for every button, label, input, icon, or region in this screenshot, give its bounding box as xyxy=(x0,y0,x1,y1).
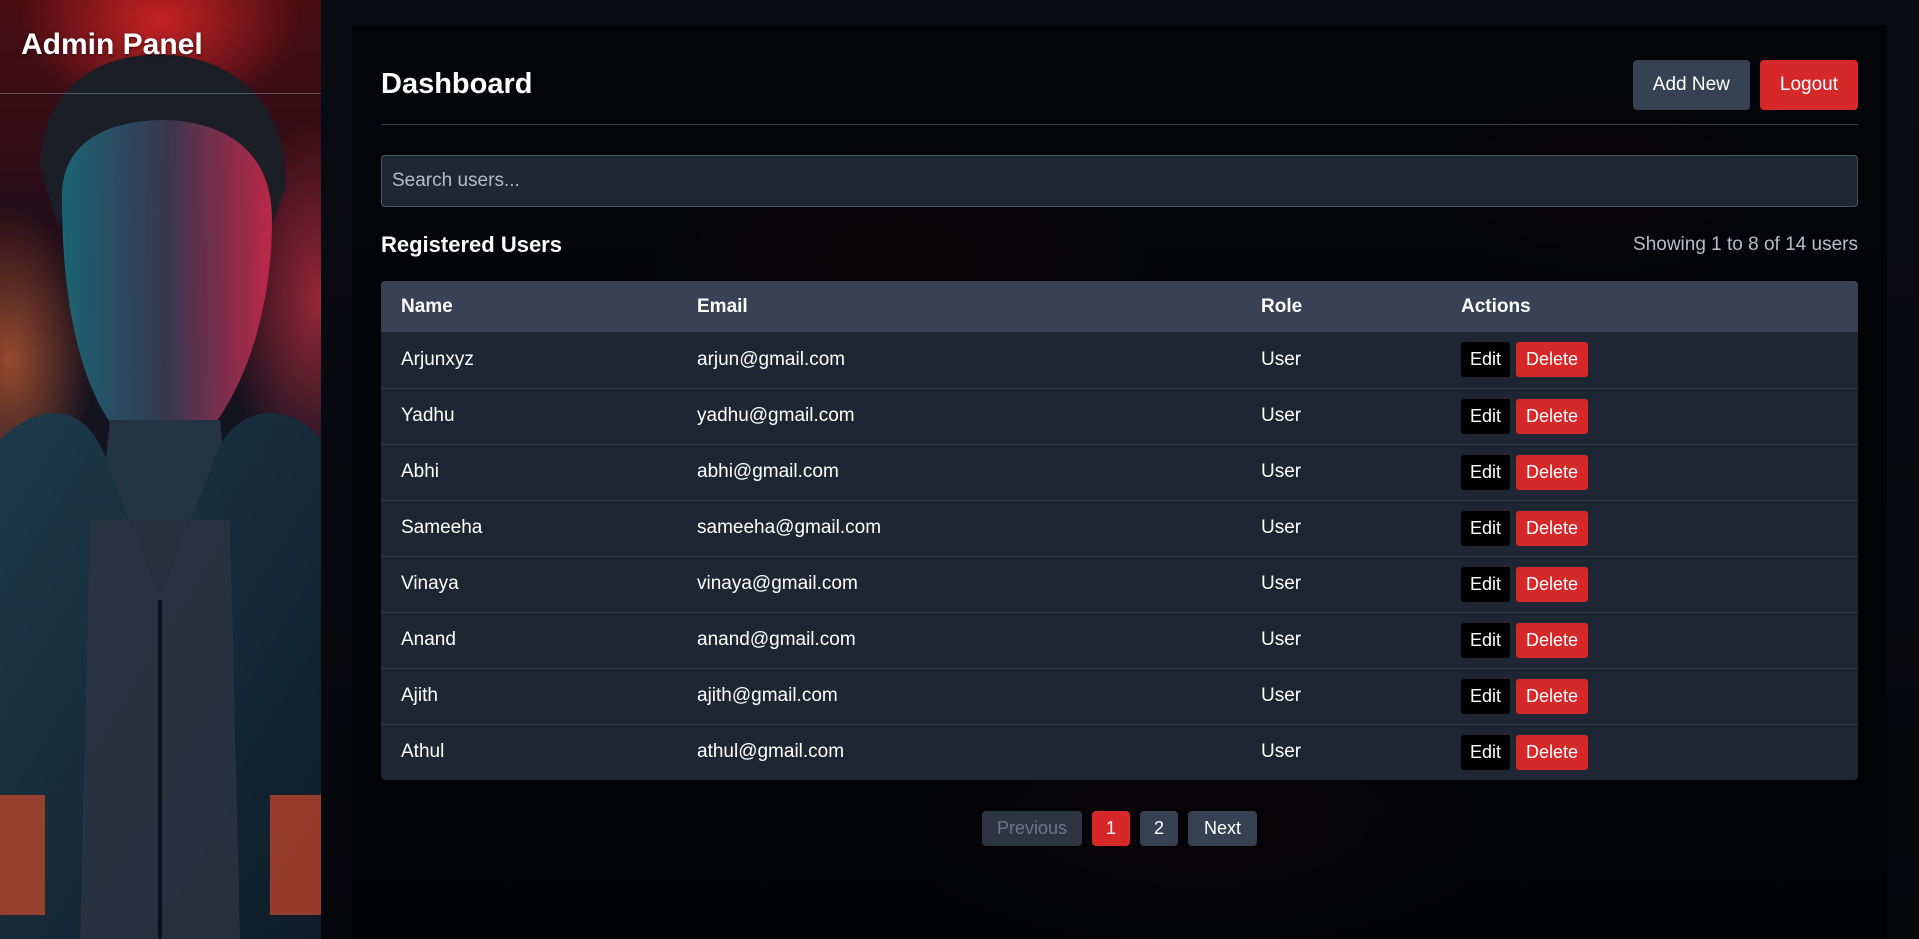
edit-button[interactable]: Edit xyxy=(1461,342,1511,378)
delete-button[interactable]: Delete xyxy=(1516,734,1589,770)
edit-button[interactable]: Edit xyxy=(1461,566,1511,602)
cell-actions: Edit Delete xyxy=(1441,668,1858,724)
cell-actions: Edit Delete xyxy=(1441,612,1858,668)
cell-role: User xyxy=(1261,685,1302,706)
sidebar-title: Admin Panel xyxy=(21,28,203,61)
column-header-actions: Actions xyxy=(1461,295,1531,317)
edit-button[interactable]: Edit xyxy=(1461,678,1511,714)
cell-role: User xyxy=(1261,741,1302,763)
cell-email: arjun@gmail.com xyxy=(697,348,846,370)
cell-actions: Edit Delete xyxy=(1441,724,1858,780)
search-container xyxy=(381,155,1858,207)
edit-button[interactable]: Edit xyxy=(1461,510,1511,546)
cell-role: User xyxy=(1261,348,1302,370)
table-row: Ajith ajith@gmail.com User Edit Delete xyxy=(381,668,1858,724)
table-header-row: Name Email Role Actions xyxy=(381,281,1858,332)
table-row: Sameeha sameeha@gmail.com User Edit Delet… xyxy=(381,500,1858,556)
column-header-role: Role xyxy=(1261,295,1303,317)
cell-role: User xyxy=(1261,517,1302,538)
next-page-button[interactable]: Next xyxy=(1188,811,1258,846)
cell-name: Abhi xyxy=(401,461,440,482)
page-button-2[interactable]: 2 xyxy=(1140,811,1179,846)
sidebar-portrait-image xyxy=(0,54,321,939)
table-row: Vinaya vinaya@gmail.com User Edit Delete xyxy=(381,556,1858,612)
column-header-email: Email xyxy=(697,295,748,317)
cell-name: Ajith xyxy=(401,685,438,706)
users-section-header: Registered Users Showing 1 to 8 of 14 us… xyxy=(381,227,1858,263)
page-title: Dashboard xyxy=(381,68,533,100)
users-table: Name Email Role Actions Arjunxyz arjun@g… xyxy=(381,281,1858,780)
cell-name: Vinaya xyxy=(401,573,459,594)
edit-button[interactable]: Edit xyxy=(1461,734,1511,770)
cell-name: Yadhu xyxy=(401,405,455,426)
cell-name: Sameeha xyxy=(401,517,483,538)
add-new-button[interactable]: Add New xyxy=(1632,59,1750,110)
cell-email: yadhu@gmail.com xyxy=(697,405,855,426)
cell-actions: Edit Delete xyxy=(1441,332,1858,388)
cell-email: abhi@gmail.com xyxy=(697,461,839,482)
results-count: Showing 1 to 8 of 14 users xyxy=(1633,234,1858,255)
delete-button[interactable]: Delete xyxy=(1516,454,1589,490)
cell-actions: Edit Delete xyxy=(1441,388,1858,444)
logout-button[interactable]: Logout xyxy=(1759,59,1858,110)
previous-page-button[interactable]: Previous xyxy=(981,811,1082,846)
edit-button[interactable]: Edit xyxy=(1461,622,1511,658)
delete-button[interactable]: Delete xyxy=(1516,342,1589,378)
sidebar: Admin Panel xyxy=(0,0,321,939)
cell-name: Arjunxyz xyxy=(401,348,474,370)
page-header: Dashboard Add New Logout xyxy=(381,55,1858,125)
page-button-1[interactable]: 1 xyxy=(1091,811,1130,846)
sidebar-header: Admin Panel xyxy=(0,0,321,94)
main-content: Dashboard Add New Logout Registered User… xyxy=(352,25,1887,939)
edit-button[interactable]: Edit xyxy=(1461,454,1511,490)
search-input[interactable] xyxy=(381,155,1858,207)
cell-actions: Edit Delete xyxy=(1441,500,1858,556)
cell-name: Athul xyxy=(401,741,445,763)
cell-role: User xyxy=(1261,629,1302,650)
cell-role: User xyxy=(1261,461,1302,482)
pagination: Previous 1 2 Next xyxy=(381,811,1858,846)
delete-button[interactable]: Delete xyxy=(1516,622,1589,658)
cell-email: vinaya@gmail.com xyxy=(697,573,858,594)
header-actions: Add New Logout xyxy=(1632,59,1858,110)
cell-role: User xyxy=(1261,573,1302,594)
delete-button[interactable]: Delete xyxy=(1516,566,1589,602)
table-row: Yadhu yadhu@gmail.com User Edit Delete xyxy=(381,388,1858,444)
edit-button[interactable]: Edit xyxy=(1461,398,1511,434)
delete-button[interactable]: Delete xyxy=(1516,510,1589,546)
cell-actions: Edit Delete xyxy=(1441,556,1858,612)
table-row: Abhi abhi@gmail.com User Edit Delete xyxy=(381,444,1858,500)
delete-button[interactable]: Delete xyxy=(1516,398,1589,434)
cell-name: Anand xyxy=(401,629,456,650)
table-row: Athul athul@gmail.com User Edit Delete xyxy=(381,724,1858,780)
cell-actions: Edit Delete xyxy=(1441,444,1858,500)
table-row: Arjunxyz arjun@gmail.com User Edit Delete xyxy=(381,332,1858,388)
page: Admin Panel Dashboard Add New Logout Reg… xyxy=(0,0,1919,939)
cell-email: sameeha@gmail.com xyxy=(697,517,882,538)
delete-button[interactable]: Delete xyxy=(1516,678,1589,714)
section-title: Registered Users xyxy=(381,232,562,257)
cell-email: ajith@gmail.com xyxy=(697,685,838,706)
table-row: Anand anand@gmail.com User Edit Delete xyxy=(381,612,1858,668)
cell-role: User xyxy=(1261,405,1302,426)
cell-email: anand@gmail.com xyxy=(697,629,856,650)
cell-email: athul@gmail.com xyxy=(697,741,845,763)
users-table-container: Name Email Role Actions Arjunxyz arjun@g… xyxy=(381,281,1858,780)
column-header-name: Name xyxy=(401,295,453,317)
